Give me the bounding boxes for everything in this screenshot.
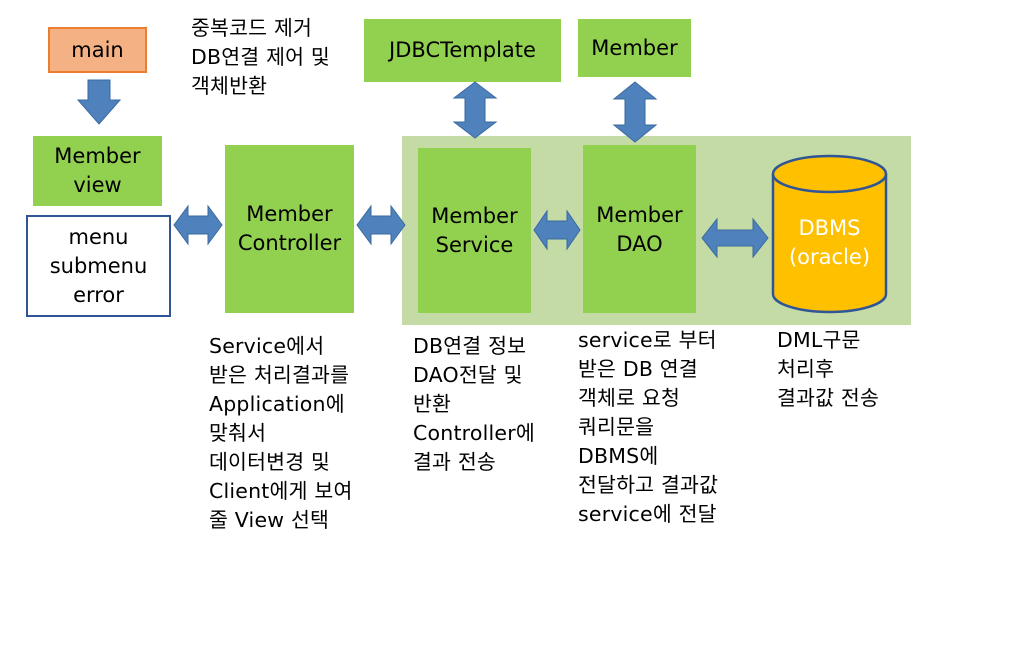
dao-dbms-double-arrow-icon [701,217,769,259]
member-dto-box: Member [578,19,691,77]
view-controller-double-arrow-icon [173,204,223,246]
member-dao-label: Member DAO [596,203,683,256]
controller-note: Service에서 받은 처리결과를 Application에 맞춰서 데이터변… [209,334,353,532]
dbms-note: DML구문 처리후 결과값 전송 [777,328,880,410]
member-service-box: Member Service [418,148,531,313]
dbms-label-wrap: DBMS (oracle) [771,210,888,276]
member-dao-double-arrow-icon [612,81,658,143]
jdbc-template-label: JDBCTemplate [389,38,536,62]
service-note: DB연결 정보 DAO전달 및 반환 Controller에 결과 전송 [413,334,535,474]
controller-service-double-arrow-icon [356,204,406,246]
main-box: main [48,27,147,73]
member-dto-label: Member [591,35,678,60]
dao-note: service로 부터 받은 DB 연결 객체로 요청 쿼리문을 DBMS에 전… [578,328,719,526]
member-dao-box: Member DAO [583,145,696,313]
template-note: 중복코드 제거 DB연결 제어 및 객체반환 [191,16,330,98]
menu-label: menu submenu error [49,224,148,307]
service-dao-double-arrow-icon [533,209,581,251]
down-arrow-icon [76,79,122,125]
member-controller-label: Member Controller [237,202,342,255]
member-controller-box: Member Controller [225,145,354,313]
menu-box: menu submenu error [26,215,171,317]
member-service-label: Member Service [431,203,518,257]
main-label: main [71,37,124,62]
jdbc-template-box: JDBCTemplate [364,19,561,82]
member-view-label: Member view [54,144,141,197]
dbms-label: DBMS (oracle) [788,216,871,269]
jdbc-service-double-arrow-icon [452,81,498,139]
member-view-box: Member view [33,136,162,206]
